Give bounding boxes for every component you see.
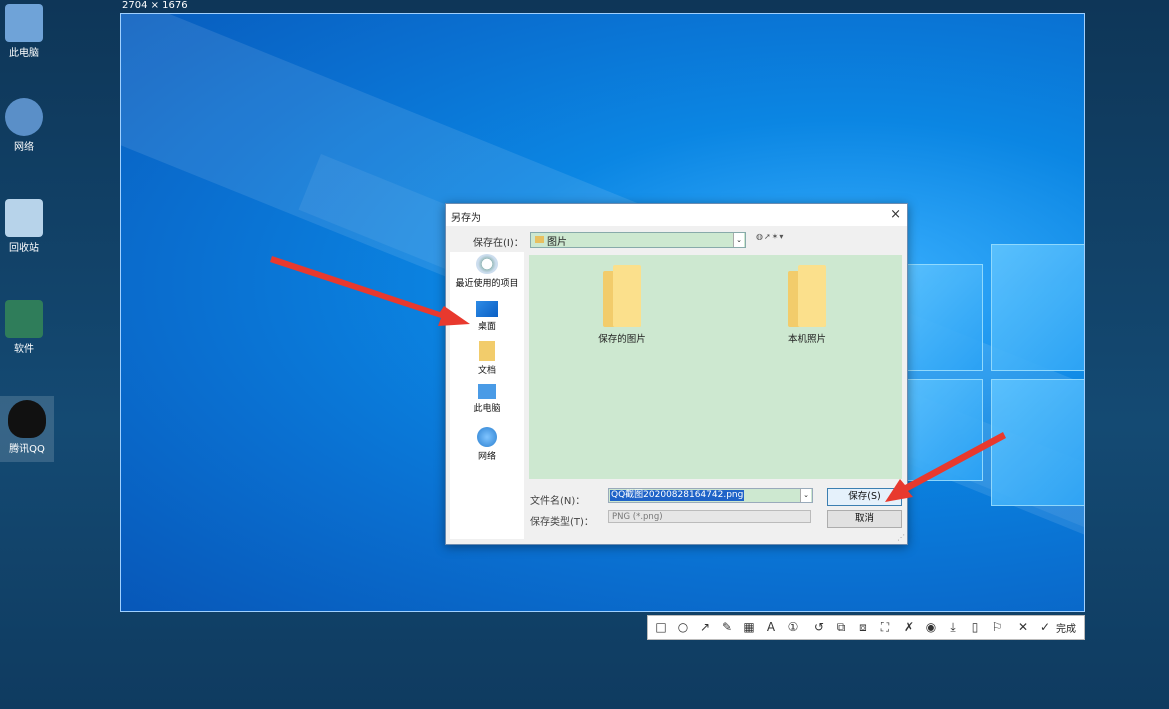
checkmark-icon[interactable]: ✓ (1036, 619, 1054, 635)
translate-icon[interactable]: ⧈ (854, 619, 872, 635)
desktop-icon (476, 301, 498, 317)
desktop-icon-qq[interactable]: 腾讯QQ (0, 396, 54, 462)
computer-icon (5, 4, 43, 42)
pen-tool-icon[interactable]: ✎ (718, 619, 736, 635)
bookmark-icon[interactable]: ⚐ (988, 619, 1006, 635)
places-bar: 最近使用的项目 桌面 文档 此电脑 网络 (450, 252, 524, 539)
chevron-down-icon[interactable]: ⌄ (733, 233, 744, 247)
desktop-icon-network[interactable]: 网络 (0, 98, 48, 153)
place-label: 最近使用的项目 (455, 279, 519, 289)
place-this-pc[interactable]: 此电脑 (450, 384, 524, 414)
filetype-select[interactable]: PNG (*.png) (608, 510, 811, 523)
pin-icon[interactable]: ✗ (900, 619, 918, 635)
place-label: 此电脑 (473, 404, 501, 414)
desktop-icon-label: 网络 (14, 142, 34, 153)
close-icon[interactable]: × (890, 207, 901, 222)
folder-item[interactable]: 本机照片 (762, 265, 852, 345)
software-icon (5, 300, 43, 338)
desktop-icon-label: 腾讯QQ (9, 444, 45, 455)
desktop-icon-label: 软件 (14, 344, 34, 355)
filename-input[interactable]: QQ截图20200828164742.png ⌄ (608, 488, 813, 503)
save-button[interactable]: 保存(S) (827, 488, 902, 506)
text-tool-icon[interactable]: A (762, 619, 780, 635)
filename-label: 文件名(N)： (530, 496, 586, 507)
download-icon[interactable]: ⤓ (944, 619, 962, 635)
filetype-label: 保存类型(T)： (530, 517, 594, 528)
clock-icon (476, 254, 498, 274)
mosaic-tool-icon[interactable]: ▦ (740, 619, 758, 635)
look-in-value: 图片 (547, 237, 567, 248)
view-tools[interactable]: ◍➚✶▾ (756, 232, 784, 241)
look-in-label: 保存在(I)： (473, 238, 524, 249)
qq-penguin-icon (8, 400, 46, 438)
computer-icon (478, 384, 496, 399)
arrow-tool-icon[interactable]: ↗ (696, 619, 714, 635)
undo-icon[interactable]: ↺ (810, 619, 828, 635)
dialog-titlebar[interactable]: 另存为 × (446, 204, 907, 226)
dialog-title: 另存为 (451, 213, 481, 224)
close-icon[interactable]: ✕ (1014, 619, 1032, 635)
place-label: 网络 (477, 452, 496, 462)
rectangle-tool-icon[interactable]: □ (652, 619, 670, 635)
place-desktop[interactable]: 桌面 (450, 299, 524, 332)
place-documents[interactable]: 文档 (450, 341, 524, 376)
folder-label: 本机照片 (787, 334, 826, 345)
record-icon[interactable]: ◉ (922, 619, 940, 635)
folder-icon (788, 265, 826, 327)
desktop-icon-recycle-bin[interactable]: 回收站 (0, 199, 48, 254)
place-label: 文档 (477, 366, 496, 376)
save-as-dialog: 另存为 × 保存在(I)： 图片 ⌄ ◍➚✶▾ 最近使用的项目 桌面 文档 此电… (445, 203, 908, 545)
desktop: 2704 × 1676 此电脑 网络 回收站 软件 腾讯QQ 另存为 × 保存在… (0, 0, 1169, 709)
folder-item[interactable]: 保存的图片 (577, 265, 667, 345)
done-button[interactable]: 完成 (1056, 620, 1076, 635)
folder-icon (535, 236, 544, 243)
folder-icon (603, 265, 641, 327)
filename-value: QQ截图20200828164742.png (610, 490, 745, 501)
place-label: 桌面 (477, 322, 496, 332)
filetype-value: PNG (*.png) (612, 512, 663, 522)
desktop-icon-this-pc[interactable]: 此电脑 (0, 4, 48, 59)
look-in-select[interactable]: 图片 ⌄ (530, 232, 746, 248)
desktop-icon-label: 回收站 (9, 243, 39, 254)
network-icon (477, 427, 497, 447)
windows-logo (891, 244, 1084, 534)
ocr-icon[interactable]: ⧉ (832, 619, 850, 635)
resize-grip-icon[interactable]: ⋰ (897, 533, 905, 542)
desktop-icon-label: 此电脑 (9, 48, 39, 59)
screenshot-toolbar: □ ○ ↗ ✎ ▦ A ① ↺ ⧉ ⧈ ⛶ ✗ ◉ ⤓ ▯ ⚐ ✕ ✓ 完成 (647, 615, 1085, 640)
phone-icon[interactable]: ▯ (966, 619, 984, 635)
capture-size-label: 2704 × 1676 (122, 0, 188, 11)
place-network[interactable]: 网络 (450, 427, 524, 462)
desktop-icon-software[interactable]: 软件 (0, 300, 48, 355)
long-screenshot-icon[interactable]: ⛶ (876, 619, 894, 635)
cancel-button[interactable]: 取消 (827, 510, 902, 528)
number-tool-icon[interactable]: ① (784, 619, 802, 635)
folder-label: 保存的图片 (598, 334, 646, 345)
file-list[interactable]: 保存的图片 本机照片 (529, 255, 902, 479)
place-recent[interactable]: 最近使用的项目 (450, 254, 524, 289)
documents-icon (479, 341, 495, 361)
network-icon (5, 98, 43, 136)
ellipse-tool-icon[interactable]: ○ (674, 619, 692, 635)
recycle-bin-icon (5, 199, 43, 237)
chevron-down-icon[interactable]: ⌄ (800, 489, 811, 502)
